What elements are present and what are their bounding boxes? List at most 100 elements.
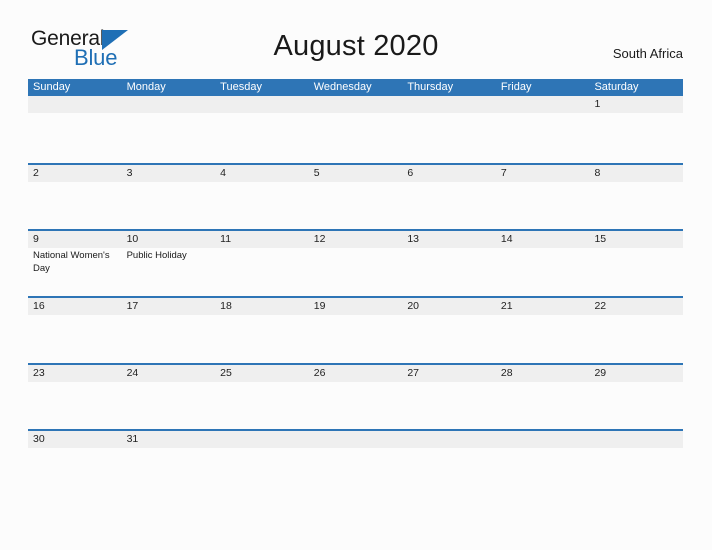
day-cell[interactable]: 28 <box>496 365 590 430</box>
calendar-week-row: 1 <box>28 96 683 163</box>
day-cell[interactable]: 30 <box>28 431 122 496</box>
day-number: 25 <box>220 366 232 379</box>
day-number: 21 <box>500 300 513 313</box>
day-cell[interactable]: 21 <box>496 298 590 363</box>
region-label: South Africa <box>612 46 683 61</box>
day-number: 14 <box>500 233 513 246</box>
day-number: 22 <box>594 300 607 313</box>
day-number <box>220 96 309 113</box>
day-cell[interactable]: 7 <box>496 165 590 230</box>
day-number <box>127 96 216 113</box>
calendar-grid: Sunday Monday Tuesday Wednesday Thursday… <box>28 79 683 496</box>
day-cell[interactable]: 6 <box>402 165 496 230</box>
holiday-event: Public Holiday <box>126 250 187 262</box>
day-number: 7 <box>500 166 507 179</box>
calendar-week-row: 30 31 <box>28 429 683 496</box>
day-number <box>501 431 590 448</box>
weekday-friday: Friday <box>500 81 532 93</box>
day-cell-empty <box>215 431 309 496</box>
day-cell-empty <box>309 431 403 496</box>
day-cell[interactable]: 13 <box>402 231 496 296</box>
day-cell[interactable]: 29 <box>589 365 683 430</box>
day-number: 10 <box>126 233 139 246</box>
day-number: 8 <box>594 166 601 179</box>
day-number: 23 <box>33 366 45 379</box>
day-cell[interactable]: 9 National Women's Day <box>28 231 122 296</box>
day-cell[interactable]: 31 <box>122 431 216 496</box>
holiday-event: National Women's Day <box>33 250 110 274</box>
day-cell[interactable]: 14 <box>496 231 590 296</box>
day-number: 17 <box>126 300 139 313</box>
day-number: 1 <box>594 98 601 110</box>
day-number <box>501 96 590 113</box>
day-cell[interactable]: 17 <box>122 298 216 363</box>
day-number: 24 <box>126 366 139 379</box>
day-cell[interactable]: 1 <box>589 96 683 163</box>
day-cell[interactable]: 15 <box>589 231 683 296</box>
day-number: 15 <box>594 233 607 246</box>
day-cell[interactable]: 18 <box>215 298 309 363</box>
weekday-wednesday: Wednesday <box>313 81 372 93</box>
day-number: 16 <box>33 300 45 313</box>
day-number: 29 <box>594 366 607 379</box>
day-cell[interactable]: 11 <box>215 231 309 296</box>
day-cell[interactable]: 2 <box>28 165 122 230</box>
day-events: Public Holiday <box>127 248 216 263</box>
day-number <box>314 431 403 448</box>
day-number: 28 <box>500 366 513 379</box>
day-number: 19 <box>313 300 326 313</box>
day-number: 4 <box>220 166 226 179</box>
day-cell-empty <box>28 96 122 163</box>
day-number: 20 <box>407 300 419 313</box>
day-cell[interactable]: 22 <box>589 298 683 363</box>
weekday-saturday: Saturday <box>594 81 639 93</box>
day-cell[interactable]: 20 <box>402 298 496 363</box>
day-cell-empty <box>402 96 496 163</box>
day-cell[interactable]: 27 <box>402 365 496 430</box>
page-header: General Blue August 2020 South Africa <box>0 0 712 80</box>
day-cell[interactable]: 4 <box>215 165 309 230</box>
day-cell[interactable]: 10 Public Holiday <box>122 231 216 296</box>
day-cell[interactable]: 5 <box>309 165 403 230</box>
day-cell[interactable]: 25 <box>215 365 309 430</box>
day-number <box>220 431 309 448</box>
day-cell[interactable]: 23 <box>28 365 122 430</box>
day-cell[interactable]: 19 <box>309 298 403 363</box>
day-cell-empty <box>589 431 683 496</box>
calendar-week-row: 16 17 18 19 20 21 22 <box>28 296 683 363</box>
weekday-sunday: Sunday <box>33 81 71 93</box>
day-number: 6 <box>407 166 414 179</box>
day-events: National Women's Day <box>33 248 122 275</box>
day-cell[interactable]: 8 <box>589 165 683 230</box>
day-number: 30 <box>33 433 45 446</box>
day-number: 18 <box>220 300 232 313</box>
day-cell[interactable]: 16 <box>28 298 122 363</box>
day-number <box>594 431 683 448</box>
day-number: 3 <box>126 166 133 179</box>
weekday-thursday: Thursday <box>407 81 454 93</box>
day-number <box>407 96 496 113</box>
day-cell[interactable]: 3 <box>122 165 216 230</box>
day-cell-empty <box>215 96 309 163</box>
day-cell[interactable]: 24 <box>122 365 216 430</box>
weekday-header-row: Sunday Monday Tuesday Wednesday Thursday… <box>28 79 683 96</box>
day-cell-empty <box>309 96 403 163</box>
day-number: 2 <box>33 166 39 179</box>
day-number <box>407 431 496 448</box>
day-number: 11 <box>220 233 232 246</box>
day-number: 26 <box>313 366 326 379</box>
day-number: 27 <box>407 366 419 379</box>
weekday-tuesday: Tuesday <box>220 81 262 93</box>
day-number: 9 <box>33 233 39 246</box>
calendar-week-row: 23 24 25 26 27 28 29 <box>28 362 683 430</box>
day-number: 5 <box>313 166 320 179</box>
weekday-monday: Monday <box>126 81 166 93</box>
day-cell[interactable]: 26 <box>309 365 403 430</box>
day-number: 12 <box>313 233 326 246</box>
day-cell[interactable]: 12 <box>309 231 403 296</box>
day-number: 13 <box>407 233 419 246</box>
day-cell-empty <box>122 96 216 163</box>
calendar-week-row: 9 National Women's Day 10 Public Holiday 11 1… <box>28 229 683 296</box>
day-cell-empty <box>402 431 496 496</box>
day-cell-empty <box>496 96 590 163</box>
